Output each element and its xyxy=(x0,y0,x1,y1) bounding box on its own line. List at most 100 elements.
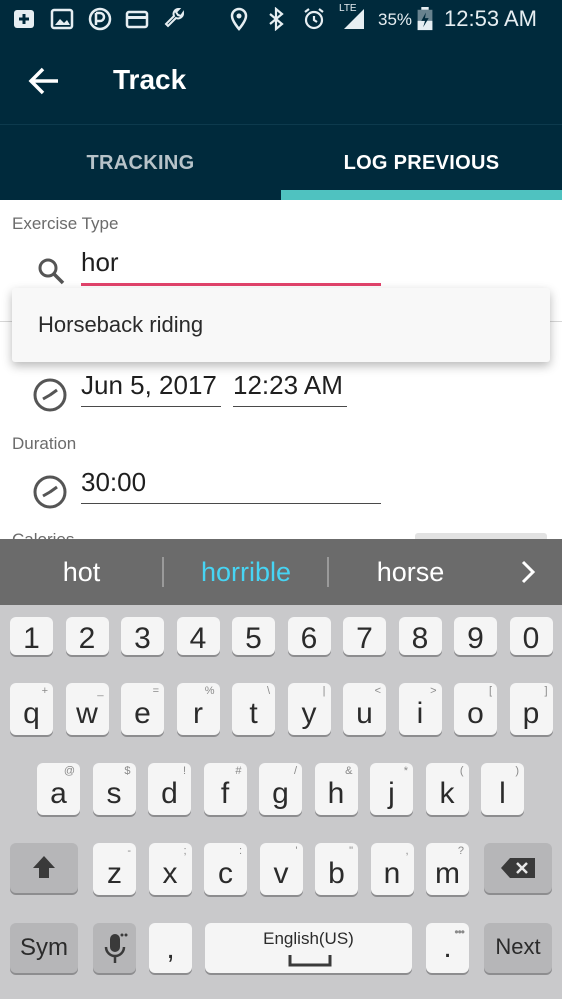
network-type: LTE xyxy=(339,3,357,14)
key-z-secondary: - xyxy=(127,845,131,857)
key-c-secondary: : xyxy=(238,845,242,857)
backspace-icon xyxy=(501,858,535,878)
key-l[interactable]: l) xyxy=(481,763,524,815)
key-t-label: t xyxy=(249,697,258,730)
key-h[interactable]: h & xyxy=(314,763,358,815)
key-g-label: g xyxy=(272,777,289,810)
key-e[interactable]: e = xyxy=(121,683,164,735)
key-5-label: 5 xyxy=(245,622,262,655)
autocomplete-option[interactable]: Horseback riding xyxy=(38,312,203,338)
key-d-label: d xyxy=(161,777,178,810)
suggestion-item-highlighted[interactable]: horrible xyxy=(165,539,327,605)
date-underline xyxy=(81,406,221,407)
sym-key[interactable]: Sym xyxy=(10,923,78,973)
sym-key-label: Sym xyxy=(20,934,68,961)
space-language-label: English(US) xyxy=(263,929,354,948)
battery-charging-icon xyxy=(417,7,433,31)
app-bar: Track xyxy=(0,38,562,124)
key-3[interactable]: 3 xyxy=(121,617,164,655)
key-o-label: o xyxy=(467,697,484,730)
key-l-label: l xyxy=(499,777,506,810)
suggestion-item[interactable]: horse xyxy=(329,539,492,605)
key-x[interactable]: x; xyxy=(148,843,192,895)
key-r[interactable]: r% xyxy=(176,683,220,735)
key-0[interactable]: 0 xyxy=(509,617,553,655)
key-l-secondary: ) xyxy=(515,765,519,777)
key-v[interactable]: v ' xyxy=(259,843,303,895)
key-a-label: a xyxy=(50,777,67,810)
key-t-secondary: \ xyxy=(266,685,270,697)
key-q-secondary: + xyxy=(41,685,48,697)
key-2[interactable]: 2 xyxy=(65,617,109,655)
search-icon xyxy=(38,258,65,285)
key-k[interactable]: k( xyxy=(425,763,469,815)
key-j-secondary: * xyxy=(403,765,408,777)
space-key[interactable]: English(US) xyxy=(205,923,412,973)
start-time-field[interactable]: 12:23 AM xyxy=(233,370,343,401)
key-j-label: j xyxy=(388,777,395,810)
key-o[interactable]: o[ xyxy=(454,683,497,735)
key-4[interactable]: 4 xyxy=(176,617,220,655)
key-b[interactable]: b " xyxy=(315,843,358,895)
key-9[interactable]: 9 xyxy=(454,617,497,655)
key-x-secondary: ; xyxy=(183,845,187,857)
exercise-type-input[interactable]: hor xyxy=(81,247,119,278)
key-j[interactable]: j * xyxy=(370,763,413,815)
page-title: Track xyxy=(113,64,187,95)
key-r-label: r xyxy=(193,697,203,730)
key-b-secondary: " xyxy=(349,845,353,857)
key-s[interactable]: s $ xyxy=(92,763,136,815)
key-s-label: s xyxy=(106,777,122,810)
next-key[interactable]: Next xyxy=(484,923,552,973)
add-notification-icon xyxy=(14,10,34,28)
backspace-key[interactable] xyxy=(484,843,552,893)
suggestion-item[interactable]: hot xyxy=(0,539,163,605)
key-z-label: z xyxy=(107,857,122,890)
key-s-secondary: $ xyxy=(124,765,131,777)
chevron-right-icon[interactable] xyxy=(515,559,541,585)
comma-key-label: , xyxy=(166,932,175,965)
key-z[interactable]: z- xyxy=(93,843,136,895)
key-q[interactable]: q + xyxy=(10,683,53,735)
card-icon xyxy=(125,10,149,29)
key-n-secondary: , xyxy=(405,845,409,857)
start-date-field[interactable]: Jun 5, 2017 xyxy=(81,370,217,401)
key-m-secondary: ? xyxy=(457,845,464,857)
key-u[interactable]: u < xyxy=(343,683,386,735)
key-h-secondary: & xyxy=(345,765,353,777)
shift-key[interactable] xyxy=(10,843,78,893)
key-c[interactable]: c: xyxy=(204,843,247,895)
tab-tracking[interactable]: TRACKING xyxy=(0,125,281,201)
back-arrow-icon[interactable] xyxy=(28,66,60,96)
key-t[interactable]: t \ xyxy=(232,683,275,735)
key-n[interactable]: n, xyxy=(370,843,414,895)
key-a-secondary: @ xyxy=(63,765,75,777)
key-p[interactable]: p] xyxy=(509,683,553,735)
key-y[interactable]: y | xyxy=(287,683,331,735)
key-w[interactable]: w _ xyxy=(65,683,109,735)
key-m[interactable]: m? xyxy=(426,843,469,895)
next-key-label: Next xyxy=(495,934,541,959)
key-f[interactable]: f # xyxy=(203,763,247,815)
key-i[interactable]: i > xyxy=(398,683,442,735)
key-g[interactable]: g / xyxy=(259,763,302,815)
exercise-type-label: Exercise Type xyxy=(12,214,119,233)
voice-input-key[interactable] xyxy=(93,923,136,973)
key-7[interactable]: 7 xyxy=(343,617,386,655)
key-f-label: f xyxy=(220,777,230,810)
key-d[interactable]: d! xyxy=(148,763,191,815)
location-icon xyxy=(230,7,248,31)
key-r-secondary: % xyxy=(204,685,215,697)
key-6[interactable]: 6 xyxy=(287,617,331,655)
comma-key[interactable]: , xyxy=(149,923,192,973)
duration-input[interactable]: 30:00 xyxy=(81,467,146,498)
key-f-secondary: # xyxy=(235,765,242,777)
key-3-label: 3 xyxy=(134,622,151,655)
key-5[interactable]: 5 xyxy=(232,617,275,655)
key-1[interactable]: 1 xyxy=(10,617,53,655)
time-underline xyxy=(233,406,347,407)
duration-label: Duration xyxy=(12,434,77,453)
period-key[interactable]: . ••• xyxy=(426,923,469,973)
key-a[interactable]: a @ xyxy=(37,763,80,815)
key-8[interactable]: 8 xyxy=(398,617,442,655)
